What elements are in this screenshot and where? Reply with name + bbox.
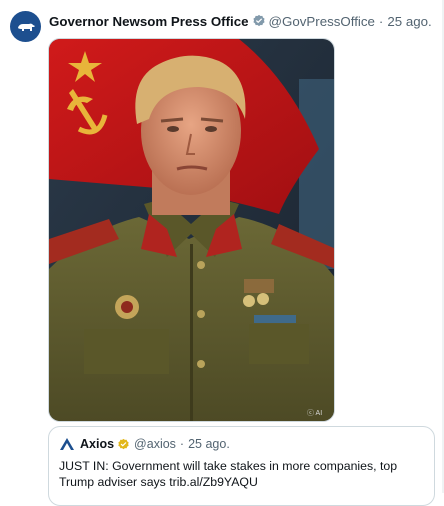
gold-verified-badge-icon[interactable] xyxy=(117,438,130,451)
separator-dot: · xyxy=(378,13,384,29)
quoted-post[interactable]: Axios @axios · 25 ago. JUST IN: Governme… xyxy=(48,426,435,506)
california-bear-icon xyxy=(17,23,35,31)
quoted-author-handle[interactable]: @axios xyxy=(134,437,176,451)
separator-dot: · xyxy=(179,437,185,451)
quoted-author-name[interactable]: Axios xyxy=(80,437,114,451)
quoted-post-header: Axios @axios · 25 ago. xyxy=(59,436,230,452)
author-handle[interactable]: @GovPressOffice xyxy=(269,14,375,29)
image-watermark: ⓒ AI xyxy=(307,409,322,417)
post-time[interactable]: 25 ago. xyxy=(387,14,431,29)
axios-logo-icon xyxy=(59,436,75,452)
tweet-header: Governor Newsom Press Office @GovPressOf… xyxy=(49,11,436,31)
post-image[interactable]: ⓒ AI xyxy=(48,38,335,422)
quoted-post-text: JUST IN: Government will take stakes in … xyxy=(59,459,398,489)
author-name[interactable]: Governor Newsom Press Office xyxy=(49,14,249,29)
quoted-post-time[interactable]: 25 ago. xyxy=(188,437,230,451)
avatar[interactable] xyxy=(10,11,41,42)
tweet[interactable]: Governor Newsom Press Office @GovPressOf… xyxy=(0,0,444,506)
gray-verified-badge-icon[interactable] xyxy=(252,14,266,28)
